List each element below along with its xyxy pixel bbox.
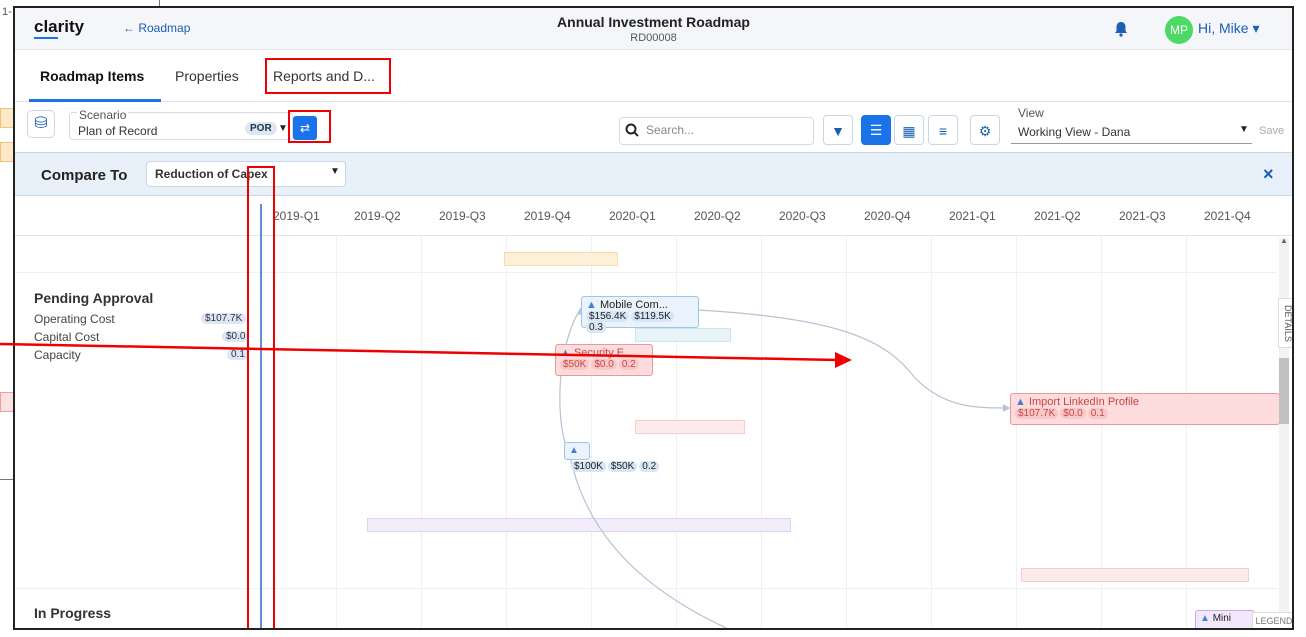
card-value: $0.0	[1060, 408, 1086, 419]
roadmap-item-card[interactable]: ▲ Security E... $50K $0.0 0.2	[555, 344, 653, 376]
card-value: 0.3	[586, 322, 606, 333]
triangle-icon: ▲	[1200, 613, 1210, 624]
card-value: $50K	[607, 461, 638, 472]
card-values: $100K $50K 0.2	[571, 461, 661, 472]
triangle-icon: ▲	[560, 347, 571, 359]
card-value: $119.5K	[631, 311, 674, 322]
card-title: Mobile Com...	[599, 299, 668, 311]
background-bar	[0, 392, 14, 412]
app-window: clarity ← Roadmap Annual Investment Road…	[13, 6, 1294, 630]
vertical-scrollbar[interactable]	[1279, 238, 1289, 628]
card-value: $0.0	[591, 359, 617, 370]
triangle-icon: ▲	[569, 445, 579, 456]
card-value: $156.4K	[586, 311, 630, 322]
background-bar	[0, 108, 14, 128]
roadmap-item-card[interactable]: ▲ Mini	[1195, 610, 1255, 628]
card-value: 0.2	[639, 461, 660, 472]
triangle-icon: ▲	[586, 299, 597, 311]
card-title: Security E...	[573, 347, 634, 359]
card-title: Mini	[1212, 613, 1232, 624]
annotation-highlight-box	[247, 166, 275, 628]
card-title: Import LinkedIn Profile	[1028, 396, 1140, 408]
roadmap-item-card[interactable]: ▲ Import LinkedIn Profile $107.7K $0.0 0.1	[1010, 393, 1280, 425]
background-window-text: 1-	[2, 6, 12, 18]
scroll-up-icon[interactable]: ▲	[1280, 236, 1288, 245]
background-bar	[0, 142, 14, 162]
card-value: $50K	[560, 359, 590, 370]
triangle-icon: ▲	[1015, 396, 1026, 408]
roadmap-item-card[interactable]: ▲	[564, 442, 590, 460]
legend-button[interactable]: LEGEND	[1252, 612, 1292, 628]
scrollbar-thumb[interactable]	[1279, 358, 1289, 424]
card-value: 0.1	[1087, 408, 1108, 419]
roadmap-item-card[interactable]: ▲ Mobile Com... $156.4K $119.5K 0.3	[581, 296, 699, 333]
details-panel-tab[interactable]: DETAILS	[1278, 298, 1292, 348]
card-value: $107.7K	[1015, 408, 1059, 419]
card-value: 0.2	[618, 359, 639, 370]
card-value: $100K	[571, 461, 606, 472]
